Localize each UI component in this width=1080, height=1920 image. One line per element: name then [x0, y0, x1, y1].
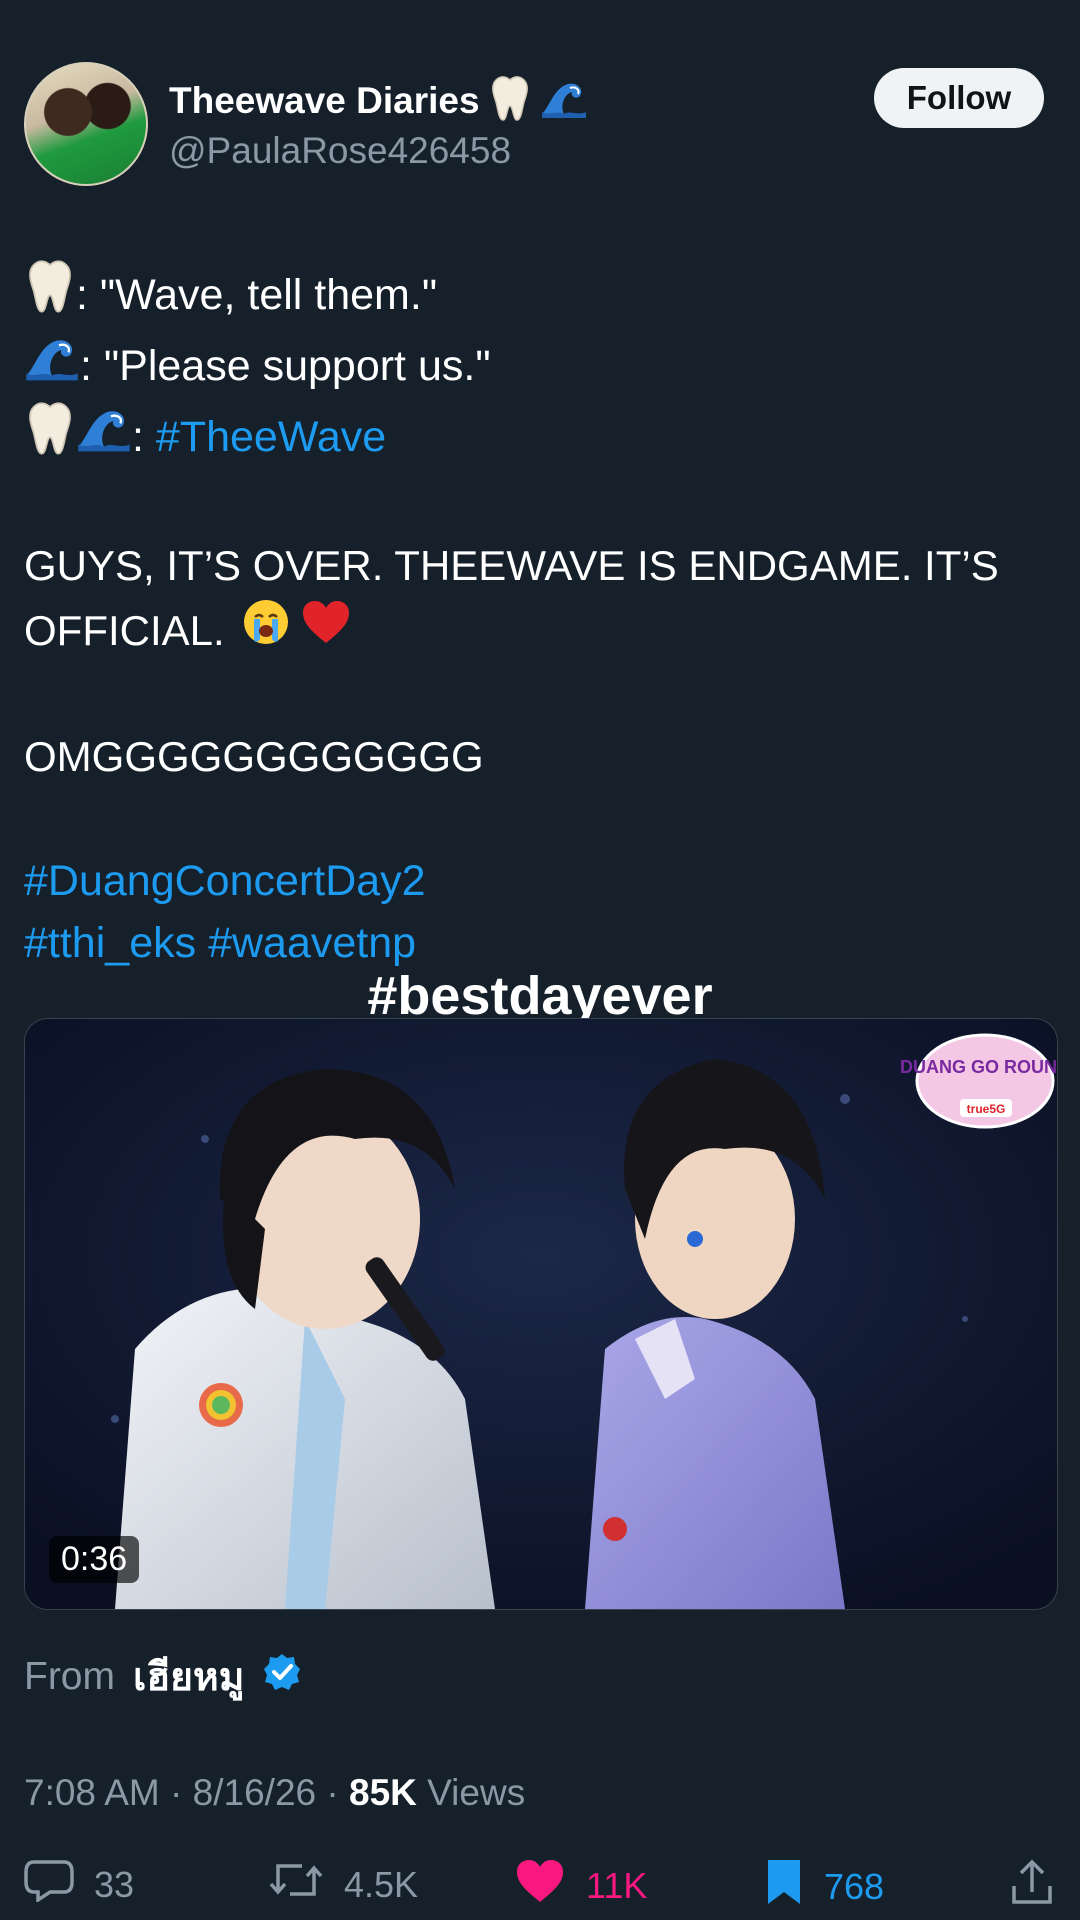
verified-badge-icon [262, 1652, 302, 1702]
hashtag-link[interactable]: #DuangConcertDay2 [24, 850, 426, 912]
tweet-paragraph-line: OMGGGGGGGGGGGG [24, 733, 484, 780]
display-name-row: Theewave Diaries [169, 74, 588, 127]
quote-text: : "Please support us." [80, 341, 491, 390]
share-button[interactable] [1010, 1858, 1054, 1915]
tweet-actions: 33 4.5K 11K 768 [24, 1858, 1056, 1918]
crying-face-icon [241, 597, 291, 664]
tooth-icon [24, 400, 76, 473]
tweet-paragraph-line: OFFICIAL. [24, 597, 1064, 664]
official-text: OFFICIAL. [24, 606, 225, 654]
repost-button[interactable]: 4.5K [268, 1858, 418, 1911]
meta-separator: · [170, 1772, 193, 1813]
bookmark-count: 768 [824, 1865, 885, 1907]
quote-text: : "Wave, tell them." [76, 270, 438, 319]
display-name[interactable]: Theewave Diaries [169, 80, 480, 122]
meta-separator: · [326, 1772, 349, 1813]
tweet-hashtag-line: #DuangConcertDay2 [24, 850, 1064, 912]
tweet-line-2: : "Please support us." [24, 331, 1064, 400]
tweet-paragraph-line: GUYS, IT’S OVER. THEEWAVE IS ENDGAME. IT… [24, 542, 999, 589]
bookmark-filled-icon [764, 1858, 804, 1915]
like-count: 11K [586, 1864, 648, 1906]
separator-text: : [132, 412, 156, 461]
reply-count: 33 [94, 1863, 135, 1905]
repost-icon [268, 1858, 324, 1911]
tooth-icon [24, 258, 76, 331]
video-player[interactable]: DUANG GO ROUND true5G 0:36 [24, 1018, 1058, 1610]
like-button[interactable]: 11K [514, 1858, 647, 1913]
source-attribution: From เฮียหมู [24, 1646, 302, 1708]
share-icon [1010, 1858, 1054, 1915]
reply-icon [24, 1858, 74, 1911]
heart-filled-icon [514, 1858, 566, 1913]
wave-icon [24, 331, 80, 400]
tweet-meta: 7:08 AM · 8/16/26 · 85K Views [24, 1772, 525, 1814]
bookmark-button[interactable]: 768 [764, 1858, 884, 1915]
video-frame: DUANG GO ROUND true5G [25, 1019, 1057, 1609]
video-duration: 0:36 [49, 1536, 140, 1583]
tweet-line-3: : #TheeWave [24, 400, 1064, 473]
avatar[interactable] [24, 62, 148, 186]
heart-icon [301, 599, 351, 662]
follow-button[interactable]: Follow [874, 68, 1044, 128]
views-label: Views [427, 1772, 526, 1813]
repost-count: 4.5K [344, 1863, 419, 1905]
tweet-date[interactable]: 8/16/26 [193, 1772, 316, 1813]
views-count: 85K [349, 1772, 417, 1813]
wave-icon [76, 402, 132, 471]
svg-text:true5G: true5G [967, 1102, 1006, 1116]
tweet-time[interactable]: 7:08 AM [24, 1772, 160, 1813]
reply-button[interactable]: 33 [24, 1858, 134, 1911]
svg-text:DUANG GO ROUND: DUANG GO ROUND [900, 1057, 1057, 1077]
tweet-text: : "Wave, tell them." : "Please support u… [24, 258, 1064, 974]
hashtag-link[interactable]: #TheeWave [156, 406, 386, 468]
wave-icon [540, 76, 588, 125]
source-account-name[interactable]: เฮียหมู [133, 1646, 244, 1708]
from-label: From [24, 1655, 115, 1698]
tweet-line-1: : "Wave, tell them." [24, 258, 1064, 331]
handle[interactable]: @PaulaRose426458 [169, 130, 511, 172]
tooth-icon [488, 74, 532, 127]
tweet-header: Theewave Diaries @PaulaRose426458 Follow [24, 62, 1056, 192]
